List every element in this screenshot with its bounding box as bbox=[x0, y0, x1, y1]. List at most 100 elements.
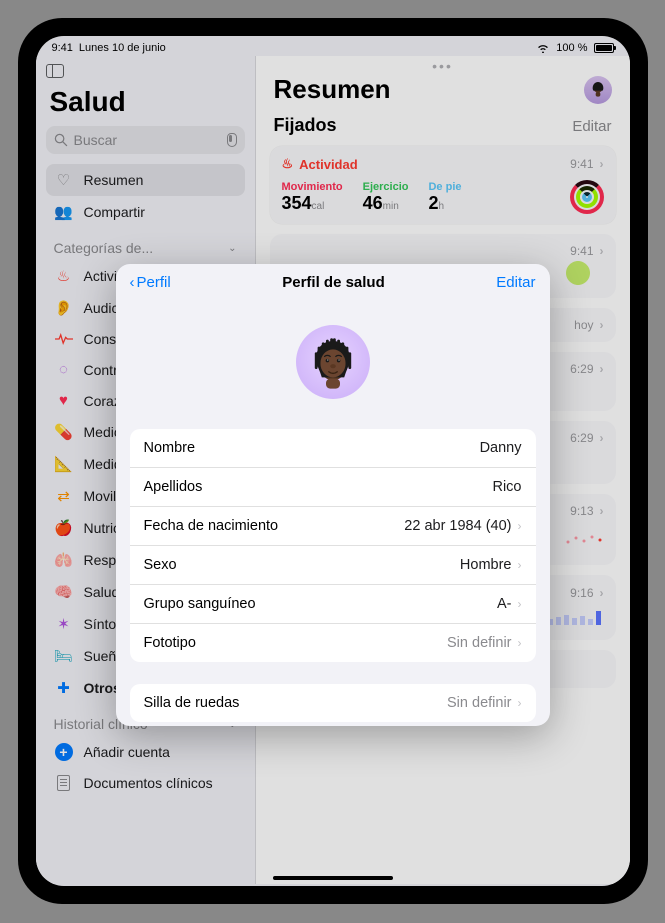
screen: 9:41 Lunes 10 de junio 100 % Salud Busca… bbox=[36, 36, 630, 886]
heart-dots-icon bbox=[564, 532, 604, 546]
card-time: 9:41 bbox=[570, 157, 593, 171]
row-blood-type[interactable]: Grupo sanguíneo A- › bbox=[130, 585, 536, 624]
row-first-name[interactable]: Nombre Danny bbox=[130, 429, 536, 468]
status-date: Lunes 10 de junio bbox=[79, 42, 166, 54]
search-placeholder: Buscar bbox=[74, 132, 118, 148]
metric-unit: h bbox=[439, 201, 445, 212]
row-skin-type[interactable]: Fototipo Sin definir› bbox=[130, 624, 536, 662]
row-label: Grupo sanguíneo bbox=[144, 596, 256, 612]
metric-label: Movimiento bbox=[282, 181, 343, 193]
chevron-right-icon: › bbox=[518, 558, 522, 572]
bandage-icon: ✶ bbox=[54, 615, 74, 633]
sidebar-item-label: Resumen bbox=[84, 172, 144, 188]
row-label: Silla de ruedas bbox=[144, 695, 240, 711]
plus-icon: ✚ bbox=[54, 679, 74, 697]
row-wheelchair[interactable]: Silla de ruedas Sin definir › bbox=[130, 684, 536, 722]
bar-chart-icon bbox=[548, 607, 604, 627]
metric-label: Ejercicio bbox=[363, 181, 409, 193]
chevron-right-icon: › bbox=[518, 696, 522, 710]
card-activity[interactable]: ♨ Actividad 9:41 › Movimiento 354cal Eje… bbox=[270, 146, 616, 224]
pinned-edit-button[interactable]: Editar bbox=[572, 118, 611, 135]
sidebar-section-categories[interactable]: Categorías de... ⌄ bbox=[46, 228, 245, 260]
chevron-right-icon: › bbox=[518, 597, 522, 611]
chevron-right-icon: › bbox=[518, 519, 522, 533]
modal-back-label: Perfil bbox=[137, 274, 171, 291]
activity-rings-icon bbox=[570, 180, 604, 214]
ruler-icon: 📐 bbox=[54, 455, 74, 473]
row-value: Danny bbox=[480, 440, 522, 456]
row-dob[interactable]: Fecha de nacimiento 22 abr 1984 (40) › bbox=[130, 507, 536, 546]
card-title: Actividad bbox=[299, 157, 358, 172]
app-title: Salud bbox=[46, 82, 245, 126]
heart-icon: ♥ bbox=[54, 392, 74, 409]
multitask-dots-icon[interactable]: ••• bbox=[432, 58, 453, 74]
avatar-large[interactable] bbox=[296, 325, 370, 399]
row-label: Fecha de nacimiento bbox=[144, 518, 279, 534]
sidebar-item-add-account[interactable]: + Añadir cuenta bbox=[46, 736, 245, 768]
metric-unit: cal bbox=[312, 201, 325, 212]
chevron-right-icon: › bbox=[600, 318, 604, 332]
sidebar-item-summary[interactable]: ♡ Resumen bbox=[46, 164, 245, 196]
home-indicator[interactable] bbox=[273, 876, 393, 880]
search-icon bbox=[54, 133, 68, 147]
modal-title: Perfil de salud bbox=[282, 274, 385, 291]
avatar-memoji-icon bbox=[588, 80, 608, 100]
flame-icon: ♨ bbox=[54, 267, 74, 285]
modal-health-profile: ‹ Perfil Perfil de salud Editar bbox=[116, 264, 550, 726]
row-label: Apellidos bbox=[144, 479, 203, 495]
search-input[interactable]: Buscar bbox=[46, 126, 245, 154]
wifi-icon bbox=[536, 43, 550, 53]
status-time: 9:41 bbox=[52, 42, 73, 54]
lungs-icon: 🫁 bbox=[54, 551, 74, 569]
device-frame: 9:41 Lunes 10 de junio 100 % Salud Busca… bbox=[18, 18, 648, 904]
chevron-right-icon: › bbox=[600, 157, 604, 171]
chevron-right-icon: › bbox=[600, 586, 604, 600]
chevron-right-icon: › bbox=[600, 504, 604, 518]
chevron-left-icon: ‹ bbox=[130, 274, 135, 291]
chevron-right-icon: › bbox=[600, 244, 604, 258]
status-bar: 9:41 Lunes 10 de junio 100 % bbox=[36, 36, 630, 56]
sidebar-item-label: Compartir bbox=[84, 204, 145, 220]
chevron-right-icon: › bbox=[518, 636, 522, 650]
bed-icon: 🛏 bbox=[54, 647, 74, 665]
dictate-icon[interactable] bbox=[227, 133, 237, 147]
row-value: A- bbox=[497, 596, 512, 612]
heart-outline-icon: ♡ bbox=[54, 171, 74, 189]
row-value: Sin definir bbox=[447, 635, 511, 651]
modal-edit-button[interactable]: Editar bbox=[496, 274, 535, 291]
row-sex[interactable]: Sexo Hombre › bbox=[130, 546, 536, 585]
metric-value: 46 bbox=[363, 193, 383, 213]
ecg-icon bbox=[54, 333, 74, 345]
form-group-identity: Nombre Danny Apellidos Rico Fecha de nac… bbox=[130, 429, 536, 662]
ear-icon: 👂 bbox=[54, 299, 74, 317]
metric-label: De pie bbox=[428, 181, 461, 193]
avatar-button[interactable] bbox=[584, 76, 612, 104]
chevron-right-icon: › bbox=[600, 362, 604, 376]
brain-icon: 🧠 bbox=[54, 583, 74, 601]
sidebar-item-label: Documentos clínicos bbox=[84, 775, 213, 791]
sidebar-item-label: Añadir cuenta bbox=[84, 744, 170, 760]
row-label: Sexo bbox=[144, 557, 177, 573]
row-value: Sin definir bbox=[447, 695, 511, 711]
row-last-name[interactable]: Apellidos Rico bbox=[130, 468, 536, 507]
flame-icon: ♨ bbox=[282, 156, 294, 172]
page-title: Resumen bbox=[274, 74, 391, 105]
metric-unit: min bbox=[383, 201, 399, 212]
chevron-down-icon: ⌄ bbox=[228, 243, 236, 254]
row-value: Hombre bbox=[460, 557, 512, 573]
pill-icon: 💊 bbox=[54, 423, 74, 441]
spark-icon bbox=[558, 258, 598, 288]
sidebar-item-share[interactable]: 👥 Compartir bbox=[46, 196, 245, 228]
avatar-memoji-icon bbox=[305, 334, 361, 390]
modal-back-button[interactable]: ‹ Perfil bbox=[130, 274, 171, 291]
row-value: Rico bbox=[492, 479, 521, 495]
walk-icon: ⇄ bbox=[54, 487, 74, 505]
form-group-wheelchair: Silla de ruedas Sin definir › bbox=[130, 684, 536, 722]
sidebar-item-clinical-docs[interactable]: Documentos clínicos bbox=[46, 768, 245, 798]
row-value: 22 abr 1984 (40) bbox=[404, 518, 511, 534]
row-label: Nombre bbox=[144, 440, 196, 456]
battery-percent: 100 % bbox=[556, 42, 587, 54]
sidebar-toggle-icon[interactable] bbox=[46, 64, 64, 78]
loop-icon: ◌ bbox=[54, 361, 74, 378]
leaf-icon: 🍎 bbox=[54, 519, 74, 537]
